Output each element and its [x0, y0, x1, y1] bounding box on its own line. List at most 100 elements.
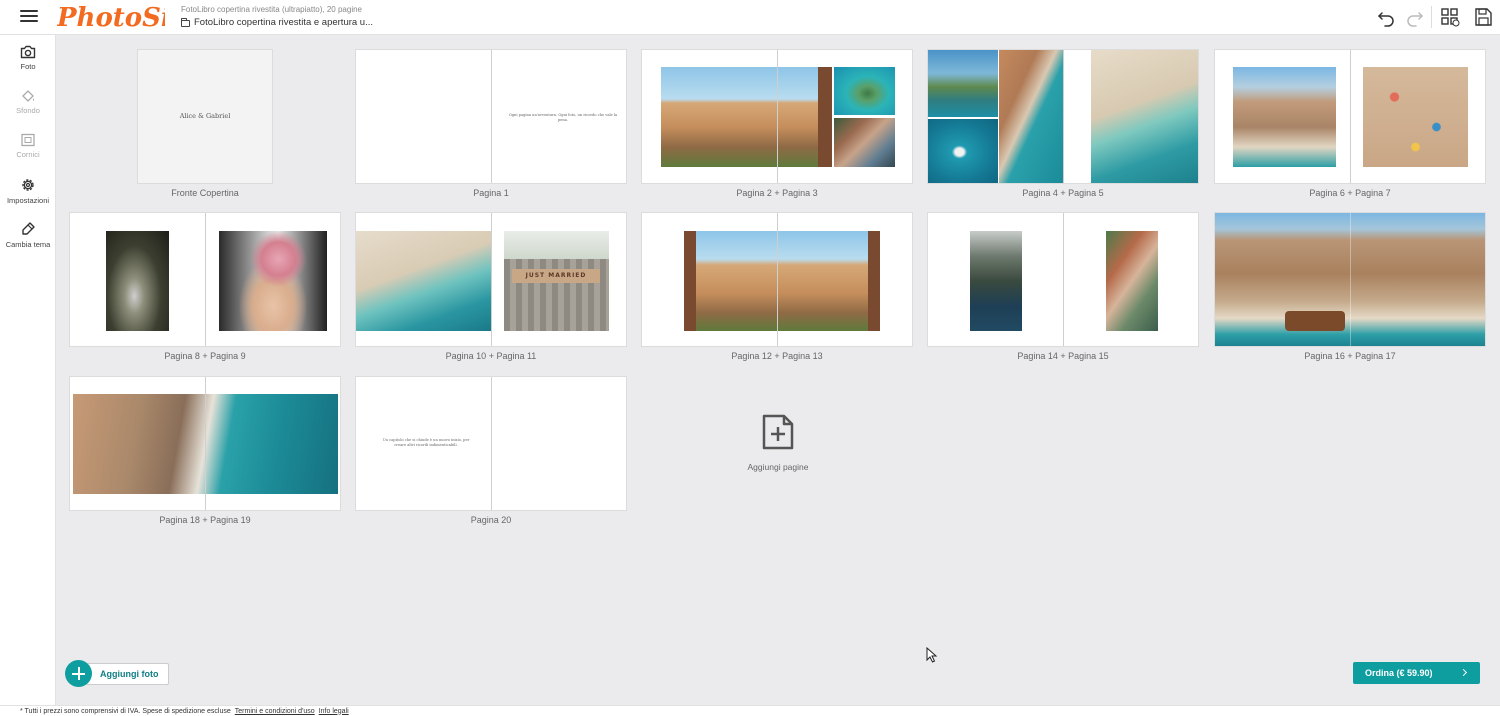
page-spine [1350, 50, 1351, 183]
page-spine [1063, 213, 1064, 346]
page-spine [205, 213, 206, 346]
order-label: Ordina (€ 59.90) [1365, 668, 1433, 678]
photo-cliff-bay[interactable] [1233, 67, 1336, 167]
sidebar-item-label: Cambia tema [5, 240, 51, 249]
photo-island-aerial[interactable] [834, 67, 895, 115]
page-label: Pagina 1 [473, 188, 509, 198]
garland-sign: JUST MARRIED [512, 269, 600, 283]
grid-view-icon[interactable] [1440, 7, 1460, 27]
sidebar-item-impostazioni[interactable]: Impostazioni [0, 177, 56, 217]
photo-shipwreck [1285, 311, 1345, 331]
cover-title-text: Alice & Gabriel [179, 112, 231, 120]
photo-beach-shipwreck[interactable] [1091, 50, 1198, 183]
redo-icon[interactable] [1405, 7, 1425, 27]
page-thumb-2-3[interactable] [641, 49, 913, 184]
page-spine [491, 213, 492, 346]
photo-coast-aerial[interactable] [999, 50, 1064, 183]
brush-icon [22, 222, 35, 235]
add-photo-button[interactable]: Aggiungi foto [65, 660, 170, 687]
sidebar-item-cambia-tema[interactable]: Cambia tema [0, 221, 56, 261]
sidebar-item-label: Cornici [16, 150, 40, 159]
order-button[interactable]: Ordina (€ 59.90) [1353, 662, 1480, 684]
page-thumb-18-19[interactable] [69, 376, 341, 511]
page-thumb-14-15[interactable] [927, 212, 1199, 347]
page-thumb-16-17[interactable] [1214, 212, 1486, 347]
page-label: Pagina 10 + Pagina 11 [445, 351, 537, 361]
photo-lake-mountains[interactable] [928, 50, 998, 117]
photo-boat-sea[interactable] [928, 119, 998, 183]
page-spine [777, 213, 778, 346]
plus-icon [65, 660, 92, 687]
page-thumb-cover[interactable]: Alice & Gabriel [137, 49, 273, 184]
page-spine [1063, 50, 1064, 183]
page-thumb-20[interactable]: Un capitolo che si chiude è un nuovo ini… [355, 376, 627, 511]
page-thumb-1[interactable]: Ogni pagina un'avventura. Ogni foto, un … [355, 49, 627, 184]
project-name-row[interactable]: FotoLibro copertina rivestita e apertura… [181, 16, 373, 30]
page-label: Pagina 14 + Pagina 15 [1017, 351, 1109, 361]
gear-icon [22, 179, 34, 191]
photo-fence-sign[interactable]: JUST MARRIED [504, 231, 609, 331]
vat-note: * Tutti i prezzi sono comprensivi di IVA… [20, 707, 231, 715]
page-label: Fronte Copertina [171, 188, 239, 198]
sidebar-item-sfondo[interactable]: Sfondo [0, 89, 56, 129]
photosi-logo[interactable]: PhotoSi [56, 1, 171, 33]
page-quote-text: Ogni pagina un'avventura. Ogni foto, un … [508, 113, 618, 122]
photo-edge-left [684, 231, 696, 331]
left-toolbar: Foto Sfondo Cornici Impostazioni Cambia … [0, 35, 56, 705]
photo-town-rooftops[interactable] [1106, 231, 1158, 331]
photo-coastal-cliff[interactable] [970, 231, 1022, 331]
page-label: Pagina 4 + Pagina 5 [1022, 188, 1104, 198]
photo-city-buildings-wide[interactable] [684, 231, 880, 331]
camera-icon [20, 45, 36, 59]
sidebar-item-label: Impostazioni [6, 196, 50, 205]
page-thumb-8-9[interactable] [69, 212, 341, 347]
page-spine [777, 50, 778, 183]
page-label: Pagina 20 [470, 515, 512, 525]
sidebar-item-foto[interactable]: Foto [0, 45, 56, 85]
page-thumb-4-5[interactable] [927, 49, 1199, 184]
page-label: Pagina 6 + Pagina 7 [1309, 188, 1391, 198]
paint-bucket-icon [22, 90, 34, 102]
photo-beach-crowd[interactable] [1363, 67, 1468, 167]
page-label: Pagina 12 + Pagina 13 [731, 351, 823, 361]
sidebar-item-label: Foto [20, 62, 36, 71]
page-label: Pagina 18 + Pagina 19 [159, 515, 251, 525]
menu-icon[interactable] [20, 8, 38, 26]
page-spine [491, 377, 492, 510]
photo-edge-right [868, 231, 880, 331]
photo-wedding-hands[interactable] [219, 231, 327, 331]
page-label: Pagina 2 + Pagina 3 [736, 188, 818, 198]
sidebar-item-cornici[interactable]: Cornici [0, 133, 56, 173]
add-photo-label: Aggiungi foto [86, 662, 170, 685]
page-spine [205, 377, 206, 510]
photo-city-buildings-edge [818, 67, 832, 167]
page-closing-text: Un capitolo che si chiude è un nuovo ini… [382, 438, 470, 447]
page-label: Pagina 16 + Pagina 17 [1304, 351, 1396, 361]
page-spine [491, 50, 492, 183]
photo-beach-wreck[interactable] [356, 231, 492, 331]
top-bar: PhotoSi FotoLibro copertina rivestita (u… [0, 0, 1500, 35]
photo-couple-forest[interactable] [106, 231, 169, 331]
page-thumb-6-7[interactable] [1214, 49, 1486, 184]
photo-town-aerial[interactable] [834, 118, 895, 167]
legal-info-link[interactable]: Info legali [319, 708, 349, 715]
page-thumb-10-11[interactable]: JUST MARRIED [355, 212, 627, 347]
footer-bar: * Tutti i prezzi sono comprensivi di IVA… [0, 705, 1500, 716]
folder-icon [181, 17, 190, 27]
page-label: Pagina 8 + Pagina 9 [164, 351, 246, 361]
add-pages-label: Aggiungi pagine [747, 462, 809, 472]
add-page-icon [762, 414, 794, 450]
terms-link[interactable]: Termini e condizioni d'uso [235, 708, 315, 715]
project-info: FotoLibro copertina rivestita (ultrapiat… [181, 5, 373, 30]
page-thumb-12-13[interactable] [641, 212, 913, 347]
save-icon[interactable] [1473, 7, 1493, 27]
product-description: FotoLibro copertina rivestita (ultrapiat… [181, 5, 362, 14]
logo-text: PhotoSi [57, 3, 165, 33]
undo-icon[interactable] [1376, 7, 1396, 27]
photo-city-buildings[interactable] [661, 67, 832, 167]
project-name: FotoLibro copertina rivestita e apertura… [194, 17, 374, 28]
header-divider [1431, 6, 1432, 28]
sidebar-item-label: Sfondo [16, 106, 40, 115]
page-spine [1350, 213, 1351, 346]
add-pages-button[interactable]: Aggiungi pagine [735, 413, 821, 479]
